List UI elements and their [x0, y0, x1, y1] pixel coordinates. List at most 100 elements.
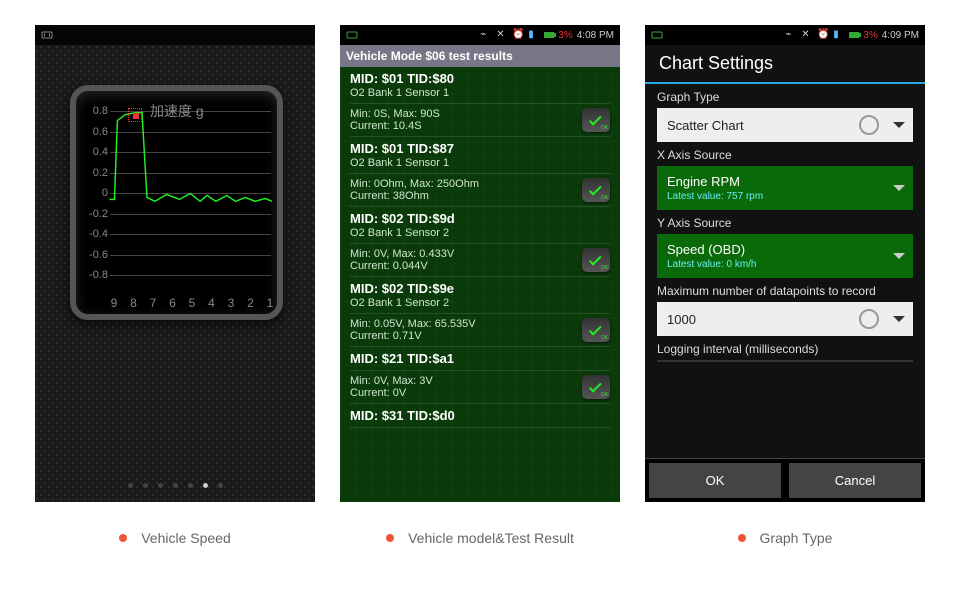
bullet-icon: [738, 534, 746, 542]
min-max: Min: 0Ohm, Max: 250Ohm: [350, 178, 610, 190]
page-dot[interactable]: [218, 483, 223, 488]
x-axis-label: X Axis Source: [657, 148, 913, 162]
test-results-list[interactable]: MID: $01 TID:$80O2 Bank 1 Sensor 1Min: 0…: [340, 67, 620, 428]
current-value: Current: 0V: [350, 387, 610, 399]
ok-label: OK: [601, 125, 608, 131]
mute-icon: ✕: [801, 29, 813, 41]
status-time: 4:09 PM: [882, 30, 919, 41]
mid-tid: MID: $01 TID:$87: [350, 141, 610, 156]
screen-vehicle-speed: 加速度 g 0.80.60.40.20-0.2-0.4-0.6-0.898765…: [35, 25, 315, 502]
ok-check-button[interactable]: OK: [582, 248, 610, 272]
radio-icon: [859, 115, 879, 135]
ok-check-button[interactable]: OK: [582, 108, 610, 132]
test-result-header: MID: $21 TID:$a1: [350, 347, 610, 371]
chevron-down-icon: [893, 185, 905, 191]
y-tick-label: -0.8: [82, 269, 108, 281]
page-dot[interactable]: [143, 483, 148, 488]
chevron-down-icon: [893, 253, 905, 259]
y-axis-latest: Latest value: 0 km/h: [667, 259, 757, 270]
page-dot[interactable]: [173, 483, 178, 488]
settings-title: Chart Settings: [645, 45, 925, 84]
mid-tid: MID: $31 TID:$d0: [350, 408, 610, 423]
test-result-header: MID: $31 TID:$d0: [350, 404, 610, 428]
status-bar: ⌁ ✕ ⏰ ▮ 3% 4:08 PM: [340, 25, 620, 45]
x-axis-latest: Latest value: 757 rpm: [667, 191, 763, 202]
y-axis-value: Speed (OBD): [667, 242, 757, 257]
page-dot[interactable]: [158, 483, 163, 488]
ok-check-button[interactable]: OK: [582, 178, 610, 202]
bluetooth-icon: ⌁: [480, 29, 492, 41]
x-tick-label: 1: [263, 296, 277, 310]
chevron-down-icon: [893, 122, 905, 128]
test-result-values[interactable]: Min: 0.05V, Max: 65.535VCurrent: 0.71VOK: [350, 314, 610, 347]
test-result-header: MID: $02 TID:$9eO2 Bank 1 Sensor 2: [350, 277, 610, 314]
ok-check-button[interactable]: OK: [582, 318, 610, 342]
current-value: Current: 38Ohm: [350, 190, 610, 202]
logging-interval-label: Logging interval (milliseconds): [657, 342, 913, 356]
radio-icon: [859, 309, 879, 329]
page-dot[interactable]: [188, 483, 193, 488]
page-dot[interactable]: [203, 483, 208, 488]
chart-container: 加速度 g 0.80.60.40.20-0.2-0.4-0.6-0.898765…: [35, 25, 315, 502]
x-tick-label: 7: [146, 296, 160, 310]
sensor-name: O2 Bank 1 Sensor 2: [350, 297, 610, 309]
test-result-header: MID: $02 TID:$9dO2 Bank 1 Sensor 2: [350, 207, 610, 244]
status-time: 4:08 PM: [577, 30, 614, 41]
test-result-header: MID: $01 TID:$80O2 Bank 1 Sensor 1: [350, 67, 610, 104]
check-icon: [589, 113, 602, 126]
alarm-icon: ⏰: [817, 29, 829, 41]
battery-icon: [849, 30, 859, 41]
nfc-icon: [346, 29, 358, 41]
ok-check-button[interactable]: OK: [582, 375, 610, 399]
y-tick-label: 0.2: [82, 167, 108, 179]
cancel-button[interactable]: Cancel: [789, 463, 921, 498]
ok-label: OK: [601, 335, 608, 341]
x-tick-label: 5: [185, 296, 199, 310]
page-dot[interactable]: [128, 483, 133, 488]
x-tick-label: 8: [127, 296, 141, 310]
min-max: Min: 0.05V, Max: 65.535V: [350, 318, 610, 330]
signal-icon: ▮: [833, 29, 845, 41]
chevron-down-icon: [893, 316, 905, 322]
screen-chart-settings: ⌁ ✕ ⏰ ▮ 3% 4:09 PM Chart Settings Graph …: [645, 25, 925, 502]
x-tick-label: 4: [205, 296, 219, 310]
ok-button[interactable]: OK: [649, 463, 781, 498]
acceleration-chart[interactable]: 加速度 g 0.80.60.40.20-0.2-0.4-0.6-0.898765…: [70, 85, 283, 320]
ok-label: OK: [601, 265, 608, 271]
current-value: Current: 0.71V: [350, 330, 610, 342]
mid-tid: MID: $01 TID:$80: [350, 71, 610, 86]
sensor-name: O2 Bank 1 Sensor 1: [350, 87, 610, 99]
y-tick-label: -0.4: [82, 228, 108, 240]
battery-pct: 3%: [558, 30, 572, 41]
check-icon: [589, 380, 602, 393]
test-result-values[interactable]: Min: 0S, Max: 90SCurrent: 10.4SOK: [350, 104, 610, 137]
test-result-header: MID: $01 TID:$87O2 Bank 1 Sensor 1: [350, 137, 610, 174]
current-value: Current: 10.4S: [350, 120, 610, 132]
x-tick-label: 2: [244, 296, 258, 310]
x-tick-label: 6: [166, 296, 180, 310]
graph-type-value: Scatter Chart: [667, 118, 744, 133]
mid-tid: MID: $21 TID:$a1: [350, 351, 610, 366]
y-tick-label: 0: [82, 187, 108, 199]
min-max: Min: 0V, Max: 0.433V: [350, 248, 610, 260]
check-icon: [589, 253, 602, 266]
min-max: Min: 0S, Max: 90S: [350, 108, 610, 120]
status-bar: ⌁ ✕ ⏰ ▮ 3% 4:09 PM: [645, 25, 925, 45]
alarm-icon: ⏰: [512, 29, 524, 41]
max-datapoints-label: Maximum number of datapoints to record: [657, 284, 913, 298]
x-tick-label: 3: [224, 296, 238, 310]
x-axis-value: Engine RPM: [667, 174, 763, 189]
ok-label: OK: [601, 195, 608, 201]
caption-3: Graph Type: [645, 530, 925, 546]
test-result-values[interactable]: Min: 0V, Max: 0.433VCurrent: 0.044VOK: [350, 244, 610, 277]
y-axis-select[interactable]: Speed (OBD) Latest value: 0 km/h: [657, 234, 913, 278]
graph-type-select[interactable]: Scatter Chart: [657, 108, 913, 142]
page-indicator[interactable]: [35, 483, 315, 488]
max-datapoints-select[interactable]: 1000: [657, 302, 913, 336]
min-max: Min: 0V, Max: 3V: [350, 375, 610, 387]
test-result-values[interactable]: Min: 0V, Max: 3VCurrent: 0VOK: [350, 371, 610, 404]
battery-icon: [544, 30, 554, 41]
nfc-icon: [651, 29, 663, 41]
x-axis-select[interactable]: Engine RPM Latest value: 757 rpm: [657, 166, 913, 210]
test-result-values[interactable]: Min: 0Ohm, Max: 250OhmCurrent: 38OhmOK: [350, 174, 610, 207]
